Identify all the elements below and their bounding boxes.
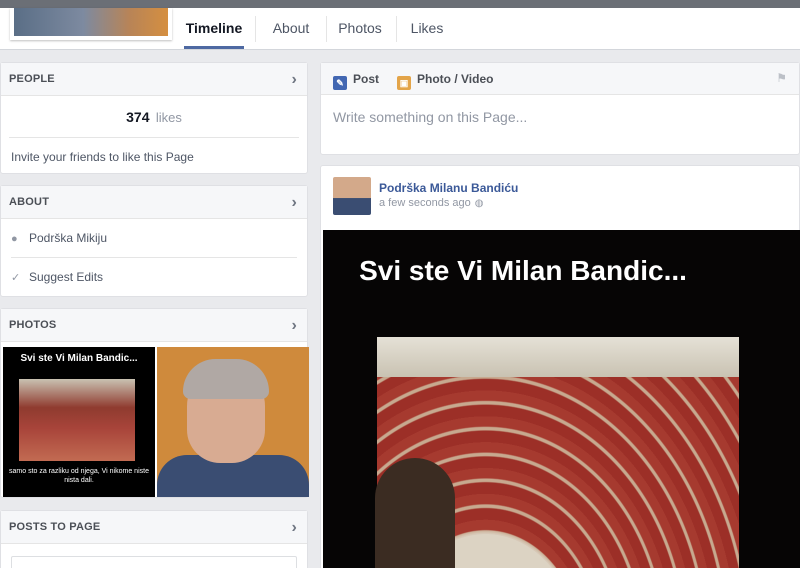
tab-photos[interactable]: Photos xyxy=(334,8,386,49)
post-author[interactable]: Podrška Milanu Bandiću xyxy=(379,181,518,195)
chevron-right-icon[interactable]: › xyxy=(291,63,297,96)
profile-picture[interactable] xyxy=(10,8,172,40)
composer-post-label: Post xyxy=(353,72,380,86)
parliament-image xyxy=(19,379,135,461)
about-item-description: ● Podrška Mikiju xyxy=(1,219,297,257)
tab-divider xyxy=(326,16,327,42)
posts-to-page-card: POSTS TO PAGE › xyxy=(0,510,308,568)
person-silhouette xyxy=(375,458,455,568)
about-heading[interactable]: ABOUT › xyxy=(1,186,307,219)
post-card: Podrška Milanu Bandiću a few seconds ago… xyxy=(320,165,800,568)
posts-to-page-heading-label: POSTS TO PAGE xyxy=(9,521,101,533)
people-card: PEOPLE › 374 likes Invite your friends t… xyxy=(0,62,308,174)
about-item-label: Podrška Mikiju xyxy=(29,231,108,245)
composer-photo-video-tab[interactable]: ▣ Photo / Video xyxy=(397,63,493,95)
composer-input[interactable]: Write something on this Page... xyxy=(321,95,799,139)
about-card: ABOUT › ● Podrška Mikiju ✓ Suggest Edits xyxy=(0,185,308,297)
post-image[interactable]: Svi ste Vi Milan Bandic... xyxy=(323,230,800,568)
chevron-right-icon[interactable]: › xyxy=(291,186,297,219)
photos-heading[interactable]: PHOTOS › xyxy=(1,309,307,342)
invite-friends-link[interactable]: Invite your friends to like this Page xyxy=(1,138,307,176)
posts-to-page-heading[interactable]: POSTS TO PAGE › xyxy=(1,511,307,544)
post-time-text: a few seconds ago xyxy=(379,197,471,209)
photos-heading-label: PHOTOS xyxy=(9,319,57,331)
likes-label: likes xyxy=(155,110,182,125)
likes-count-row: 374 likes xyxy=(9,96,299,138)
tab-divider xyxy=(255,16,256,42)
photo-thumbnail[interactable] xyxy=(157,347,309,497)
composer-tabs: ✎ Post ▣ Photo / Video ⚑ xyxy=(321,63,799,95)
posts-to-page-input[interactable] xyxy=(11,556,297,568)
composer: ✎ Post ▣ Photo / Video ⚑ Write something o… xyxy=(320,62,800,155)
photo-thumbnail-caption: samo sto za razliku od njega, Vi nikome … xyxy=(9,468,149,484)
likes-count: 374 xyxy=(126,109,150,125)
about-heading-label: ABOUT xyxy=(9,196,50,208)
tab-divider xyxy=(396,16,397,42)
composer-photo-video-label: Photo / Video xyxy=(417,72,494,86)
flag-icon[interactable]: ⚑ xyxy=(776,71,787,85)
photo-thumbnail-title: Svi ste Vi Milan Bandic... xyxy=(20,353,138,364)
post-header: Podrška Milanu Bandiću a few seconds ago… xyxy=(321,166,799,226)
chevron-right-icon[interactable]: › xyxy=(291,309,297,342)
info-icon: ● xyxy=(11,233,18,245)
check-icon: ✓ xyxy=(11,272,21,284)
chevron-right-icon[interactable]: › xyxy=(291,511,297,544)
photos-card: PHOTOS › Svi ste Vi Milan Bandic... samo… xyxy=(0,308,309,498)
tab-about[interactable]: About xyxy=(266,8,316,49)
pencil-icon: ✎ xyxy=(333,76,347,90)
post-image-title: Svi ste Vi Milan Bandic... xyxy=(359,255,687,286)
camera-icon: ▣ xyxy=(397,76,411,90)
tab-likes[interactable]: Likes xyxy=(406,8,448,49)
composer-post-tab[interactable]: ✎ Post xyxy=(333,63,379,95)
about-item-label: Suggest Edits xyxy=(29,270,104,284)
photo-thumbnail[interactable]: Svi ste Vi Milan Bandic... samo sto za r… xyxy=(3,347,155,497)
people-heading[interactable]: PEOPLE › xyxy=(1,63,307,96)
avatar[interactable] xyxy=(333,177,371,215)
cover-strip xyxy=(0,0,800,8)
globe-icon: ◍ xyxy=(474,198,484,209)
tab-timeline[interactable]: Timeline xyxy=(184,8,244,49)
suggest-edits-link[interactable]: ✓ Suggest Edits xyxy=(1,258,297,296)
post-timestamp[interactable]: a few seconds ago ◍ xyxy=(379,197,483,209)
people-heading-label: PEOPLE xyxy=(9,73,55,85)
page-tab-bar: Timeline About Photos Likes xyxy=(0,8,800,50)
